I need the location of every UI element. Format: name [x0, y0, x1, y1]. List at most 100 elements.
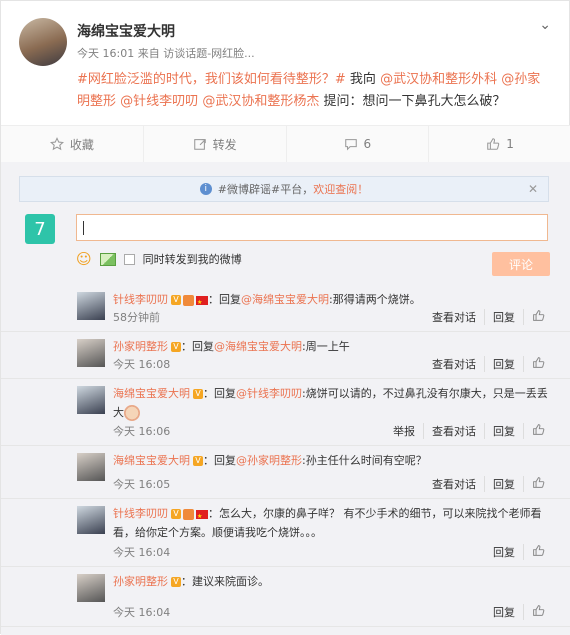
view-conversation-button[interactable]: 查看对话	[424, 476, 485, 492]
thumbs-up-icon[interactable]	[524, 356, 553, 372]
emoji-icon[interactable]: ☺	[76, 250, 92, 268]
comment-text: :孙主任什么时间有空呢？	[302, 454, 427, 467]
repost-icon	[193, 139, 206, 150]
post-text-segment: 我向	[345, 72, 381, 87]
notice-bar: i #微博辟谣#平台， 欢迎查阅！ ✕	[19, 176, 549, 202]
comment-prefix: ：回复	[181, 340, 214, 353]
commenter-avatar[interactable]	[77, 292, 105, 320]
comment-icon	[344, 139, 357, 151]
comment-prefix: ：	[181, 575, 192, 588]
comment-row: 海绵宝宝爱大明 V ：回复@孙家明整形:孙主任什么时间有空呢？ 今天 16:05 查看对…	[1, 445, 570, 499]
author-avatar[interactable]	[19, 18, 67, 66]
post-text: #网红脸泛滥的时代，我们该如何看待整形？# 我向 @武汉协和整形外科 @孙家明整…	[77, 69, 547, 113]
comment-time: 58分钟前	[113, 311, 160, 324]
like-count: 1	[506, 137, 514, 151]
reply-button[interactable]: 回复	[485, 476, 524, 492]
comment-area: i #微博辟谣#平台， 欢迎查阅！ ✕ 7 ☺ 同时转发到我的微博 评论 针线李叨…	[1, 162, 570, 635]
favorite-label: 收藏	[69, 137, 94, 152]
view-conversation-button[interactable]: 查看对话	[424, 309, 485, 325]
image-icon[interactable]	[99, 252, 116, 266]
author-name[interactable]: 海绵宝宝爱大明	[77, 21, 175, 41]
thumbs-up-icon	[487, 138, 500, 150]
comment-actions: 查看对话 回复	[424, 356, 553, 372]
commenter-avatar[interactable]	[77, 339, 105, 367]
commenter-name[interactable]: 海绵宝宝爱大明	[113, 387, 190, 400]
comment-input[interactable]	[76, 214, 548, 241]
comment-time: 今天 16:04	[113, 606, 171, 619]
flag-icon	[196, 293, 208, 312]
comment-body: 海绵宝宝爱大明 V ：回复@针线李叨叨:烧饼可以请的，不过鼻孔没有尔康大，只是一丢丢…	[113, 384, 553, 422]
mention-link[interactable]: @针线李叨叨	[236, 387, 302, 400]
thumbs-up-icon[interactable]	[524, 544, 553, 560]
comment-prefix: ：	[208, 507, 219, 520]
comment-row: 孙家明整形 V ：回复@海绵宝宝爱大明:周一上午今天 16:08 查看对话 回复	[1, 331, 570, 379]
commenter-name[interactable]: 孙家明整形	[113, 340, 168, 353]
chevron-down-icon[interactable]: ⌄	[539, 17, 551, 33]
comment-prefix: ：回复	[208, 293, 241, 306]
verified-icon: V	[171, 577, 181, 587]
comment-body: 孙家明整形 V ：建议来院面诊。	[113, 572, 553, 591]
medal-icon	[183, 294, 194, 306]
view-conversation-button[interactable]: 查看对话	[424, 356, 485, 372]
comment-row: 孙家明整形 V ：建议来院面诊。今天 16:04 回复	[1, 566, 570, 627]
comment-body: 针线李叨叨V ：回复@海绵宝宝爱大明:那得请两个烧饼。	[113, 290, 553, 312]
comment-row: 针线李叨叨V：怎么大，尔康的鼻子咩？ 有不少手术的细节，可以来院找个老师看看，给…	[1, 498, 570, 567]
action-bar: 收藏 转发 6 1	[1, 125, 570, 163]
favorite-button[interactable]: 收藏	[1, 126, 144, 162]
notice-hashtag[interactable]: #微博辟谣#平台，	[218, 181, 313, 197]
thumbs-up-icon[interactable]	[524, 604, 553, 620]
commenter-name[interactable]: 孙家明整形	[113, 575, 168, 588]
repost-label: 转发	[212, 137, 237, 152]
reply-button[interactable]: 回复	[485, 309, 524, 325]
info-icon: i	[199, 183, 212, 195]
comment-prefix: ：回复	[203, 387, 236, 400]
reply-button[interactable]: 回复	[485, 604, 524, 620]
commenter-avatar[interactable]	[77, 453, 105, 481]
comment-submit-button[interactable]: 评论	[492, 252, 550, 276]
comment-time: 今天 16:08	[113, 358, 171, 371]
post-link[interactable]: @针线李叨叨	[120, 94, 198, 109]
comment-row: 针线李叨叨V ：回复@海绵宝宝爱大明:那得请两个烧饼。 58分钟前 查看对话回复	[1, 284, 570, 332]
star-icon	[49, 137, 64, 151]
commenter-name[interactable]: 海绵宝宝爱大明	[113, 454, 190, 467]
comment-time: 今天 16:04	[113, 546, 171, 559]
comment-body: 孙家明整形 V ：回复@海绵宝宝爱大明:周一上午	[113, 337, 553, 356]
comment-body: 海绵宝宝爱大明 V ：回复@孙家明整形:孙主任什么时间有空呢？	[113, 451, 553, 470]
comment-actions: 回复	[485, 604, 553, 620]
thumbs-up-icon[interactable]	[524, 476, 553, 492]
comment-body: 针线李叨叨V：怎么大，尔康的鼻子咩？ 有不少手术的细节，可以来院找个老师看看，给…	[113, 504, 553, 542]
report-button[interactable]: 举报	[385, 423, 424, 439]
post-link[interactable]: #网红脸泛滥的时代，我们该如何看待整形？#	[77, 72, 346, 87]
notice-welcome: 欢迎查阅！	[313, 183, 369, 196]
reply-button[interactable]: 回复	[485, 356, 524, 372]
mention-link[interactable]: @孙家明整形	[236, 454, 302, 467]
commenter-avatar[interactable]	[77, 574, 105, 602]
verified-icon: V	[193, 456, 203, 466]
commenter-name[interactable]: 针线李叨叨	[113, 293, 168, 306]
close-icon[interactable]: ✕	[528, 182, 538, 196]
flag-icon	[196, 507, 208, 526]
view-conversation-button[interactable]: 查看对话	[424, 423, 485, 439]
also-repost-checkbox[interactable]	[123, 253, 135, 265]
commenter-name[interactable]: 针线李叨叨	[113, 507, 168, 520]
mention-link[interactable]: @海绵宝宝爱大明	[214, 340, 302, 353]
comment-time: 今天 16:06	[113, 425, 171, 438]
thumbs-up-icon[interactable]	[524, 423, 553, 439]
reply-button[interactable]: 回复	[485, 544, 524, 560]
emoji-sticker-icon	[124, 405, 140, 421]
like-button[interactable]: 1	[429, 126, 570, 162]
repost-button[interactable]: 转发	[144, 126, 287, 162]
thumbs-up-icon[interactable]	[524, 309, 553, 325]
mention-link[interactable]: @海绵宝宝爱大明	[241, 293, 329, 306]
reply-button[interactable]: 回复	[485, 423, 524, 439]
commenter-avatar[interactable]	[77, 386, 105, 414]
medal-icon	[183, 508, 194, 520]
commenter-avatar[interactable]	[77, 506, 105, 534]
comment-time: 今天 16:05	[113, 478, 171, 491]
post-link[interactable]: @武汉协和整形外科	[380, 72, 497, 87]
comment-row: 海绵宝宝爱大明 V ：回复@针线李叨叨:烧饼可以请的，不过鼻孔没有尔康大，只是一丢丢…	[1, 378, 570, 446]
post-link[interactable]: @武汉协和整形杨杰	[202, 94, 319, 109]
verified-icon: V	[171, 295, 181, 305]
also-repost-label: 同时转发到我的微博	[142, 253, 242, 266]
comment-button[interactable]: 6	[287, 126, 430, 162]
